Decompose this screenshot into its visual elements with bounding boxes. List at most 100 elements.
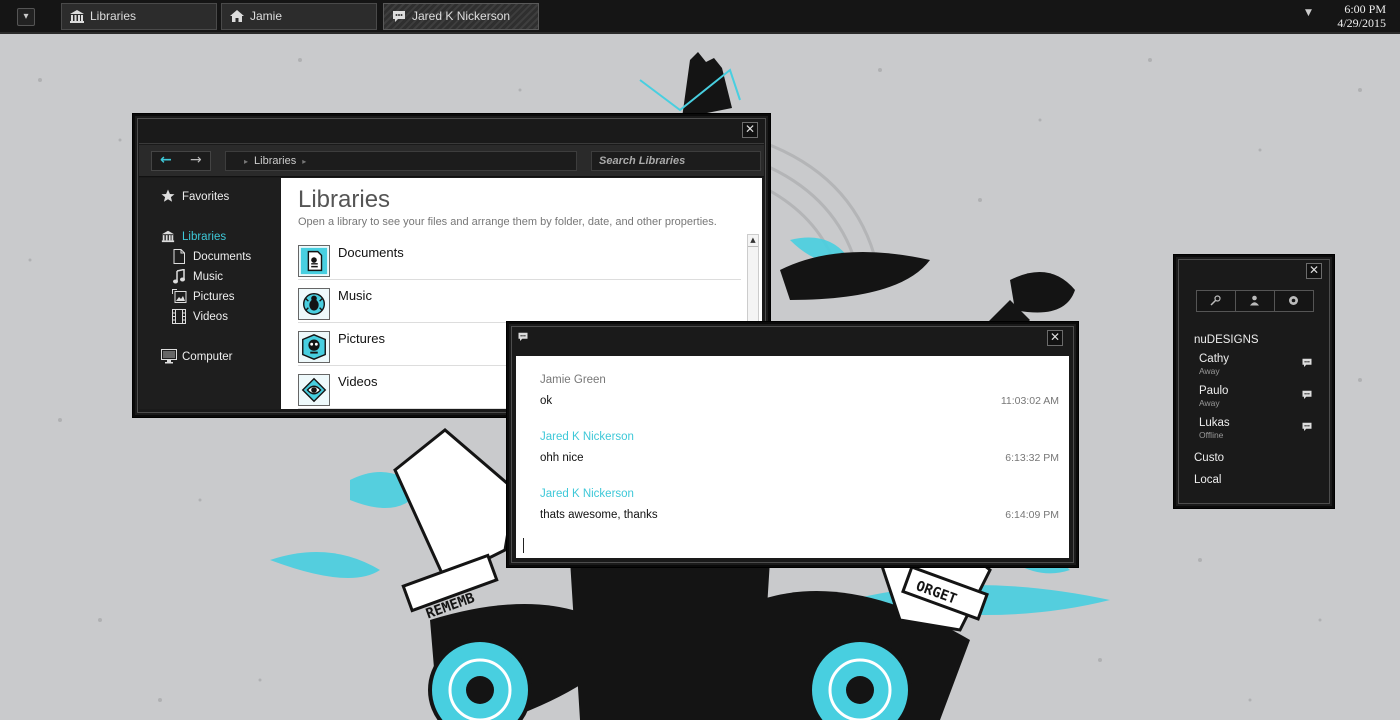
library-icon (70, 10, 84, 23)
close-icon: ✕ (744, 122, 756, 136)
chat-close-button[interactable]: ✕ (1047, 330, 1063, 346)
chat-icon (393, 11, 405, 22)
tab-settings[interactable] (1275, 291, 1314, 311)
navigation-pane: Favorites Libraries Documents Music Pict… (139, 178, 280, 409)
contact-name: Paulo (1199, 385, 1229, 397)
contact-group-header[interactable]: Local (1194, 474, 1222, 486)
contact-status: Away (1199, 366, 1220, 376)
documents-library-icon (298, 245, 330, 277)
sidebar-item-label: Videos (193, 311, 228, 323)
gear-icon (1289, 296, 1298, 305)
chat-titlebar[interactable] (513, 328, 1072, 352)
start-button[interactable]: ▾ (17, 8, 35, 26)
message-time: 11:03:02 AM (1000, 395, 1059, 407)
taskbar: ▾ Libraries Jamie Jared K Nickerson ▼ 6:… (0, 0, 1400, 34)
tab-contacts[interactable] (1236, 291, 1275, 311)
message-time: 6:13:32 PM (1005, 452, 1059, 464)
taskbar-button-chat[interactable]: Jared K Nickerson (383, 3, 539, 30)
chat-icon[interactable] (1301, 421, 1313, 432)
message-text: ohh nice (540, 452, 584, 464)
library-item-label: Pictures (338, 331, 385, 346)
taskbar-button-jamie[interactable]: Jamie (221, 3, 377, 30)
contact-item-paulo[interactable]: Paulo Away (1199, 385, 1313, 413)
message-sender: Jared K Nickerson (540, 431, 634, 443)
clock[interactable]: 6:00 PM 4/29/2015 (1337, 2, 1386, 30)
document-icon (173, 249, 185, 264)
close-icon: ✕ (1049, 330, 1061, 344)
library-item-music[interactable]: Music (298, 283, 741, 323)
taskbar-button-label: Jared K Nickerson (412, 9, 511, 23)
monitor-icon (161, 349, 177, 364)
back-arrow-icon[interactable]: ← (160, 152, 172, 168)
star-icon (161, 189, 175, 202)
library-icon (161, 230, 175, 243)
chat-icon (518, 332, 528, 341)
chat-window: ✕ Jamie Green ok 11:03:02 AM Jared K Nic… (507, 322, 1078, 567)
chat-icon[interactable] (1301, 389, 1313, 400)
chat-conversation: Jamie Green ok 11:03:02 AM Jared K Nicke… (516, 356, 1069, 558)
sidebar-item-favorites[interactable]: Favorites (161, 188, 229, 206)
sidebar-item-libraries[interactable]: Libraries (161, 228, 226, 246)
contact-status: Offline (1199, 430, 1224, 440)
picture-icon (172, 289, 187, 303)
contacts-window: ✕ nuDESIGNS Cathy Away Paulo Away Lukas … (1174, 255, 1334, 508)
breadcrumb-libraries[interactable]: Libraries (254, 155, 296, 167)
message-time: 6:14:09 PM (1005, 509, 1059, 521)
person-icon (1250, 295, 1259, 306)
breadcrumb-chevron-icon: ▸ (302, 157, 307, 166)
wrench-icon (1210, 295, 1221, 306)
film-icon (172, 309, 186, 324)
clock-date: 4/29/2015 (1337, 16, 1386, 30)
chat-message: Jamie Green ok 11:03:02 AM (540, 374, 1059, 407)
contacts-tabs (1196, 290, 1314, 312)
sidebar-item-videos[interactable]: Videos (172, 308, 228, 326)
sidebar-item-documents[interactable]: Documents (172, 248, 251, 266)
message-sender: Jamie Green (540, 374, 606, 386)
library-item-documents[interactable]: Documents (298, 240, 741, 280)
sidebar-item-label: Favorites (182, 191, 230, 203)
message-sender: Jared K Nickerson (540, 488, 634, 500)
contact-status: Away (1199, 398, 1220, 408)
scroll-up-icon[interactable]: ▲ (748, 235, 758, 247)
tab-groups[interactable] (1197, 291, 1236, 311)
sidebar-item-label: Documents (193, 251, 252, 263)
explorer-titlebar[interactable] (139, 120, 764, 144)
contact-name: Lukas (1199, 417, 1230, 429)
tray-overflow-icon[interactable]: ▼ (1305, 8, 1312, 18)
videos-library-icon (298, 374, 330, 406)
sidebar-item-computer[interactable]: Computer (161, 348, 233, 366)
message-text: ok (540, 395, 553, 407)
sidebar-item-pictures[interactable]: Pictures (172, 288, 235, 306)
message-input[interactable] (523, 538, 524, 553)
sidebar-item-label: Computer (182, 351, 233, 363)
library-item-label: Documents (338, 245, 404, 260)
taskbar-button-label: Libraries (90, 9, 137, 23)
taskbar-button-libraries[interactable]: Libraries (61, 3, 217, 30)
pictures-library-icon (298, 331, 330, 363)
explorer-navbar: ← → ▸ Libraries ▸ Search Libraries (139, 145, 764, 177)
message-text: thats awesome, thanks (540, 509, 658, 521)
chat-message: Jared K Nickerson thats awesome, thanks … (540, 488, 1059, 521)
home-icon (230, 10, 244, 22)
contact-group-header[interactable]: nuDESIGNS (1194, 334, 1259, 346)
chevron-down-icon: ▾ (23, 11, 29, 22)
sidebar-item-label: Music (193, 271, 224, 283)
contacts-close-button[interactable]: ✕ (1306, 263, 1322, 279)
contact-item-cathy[interactable]: Cathy Away (1199, 353, 1313, 381)
chat-icon[interactable] (1301, 357, 1313, 368)
address-bar[interactable]: ▸ Libraries ▸ (225, 151, 577, 171)
chat-message: Jared K Nickerson ohh nice 6:13:32 PM (540, 431, 1059, 464)
music-note-icon (173, 269, 185, 284)
contact-list: nuDESIGNS Cathy Away Paulo Away Lukas Of… (1180, 319, 1328, 500)
sidebar-item-music[interactable]: Music (172, 268, 223, 286)
contact-name: Cathy (1199, 353, 1230, 365)
page-title: Libraries (298, 186, 391, 213)
search-input[interactable]: Search Libraries (591, 151, 761, 171)
contact-item-lukas[interactable]: Lukas Offline (1199, 417, 1313, 445)
explorer-close-button[interactable]: ✕ (742, 122, 758, 138)
close-icon: ✕ (1308, 263, 1320, 277)
forward-arrow-icon[interactable]: → (190, 152, 202, 168)
clock-time: 6:00 PM (1344, 2, 1386, 16)
contact-group-header[interactable]: Custo (1194, 452, 1224, 464)
nav-arrows: ← → (151, 151, 211, 171)
